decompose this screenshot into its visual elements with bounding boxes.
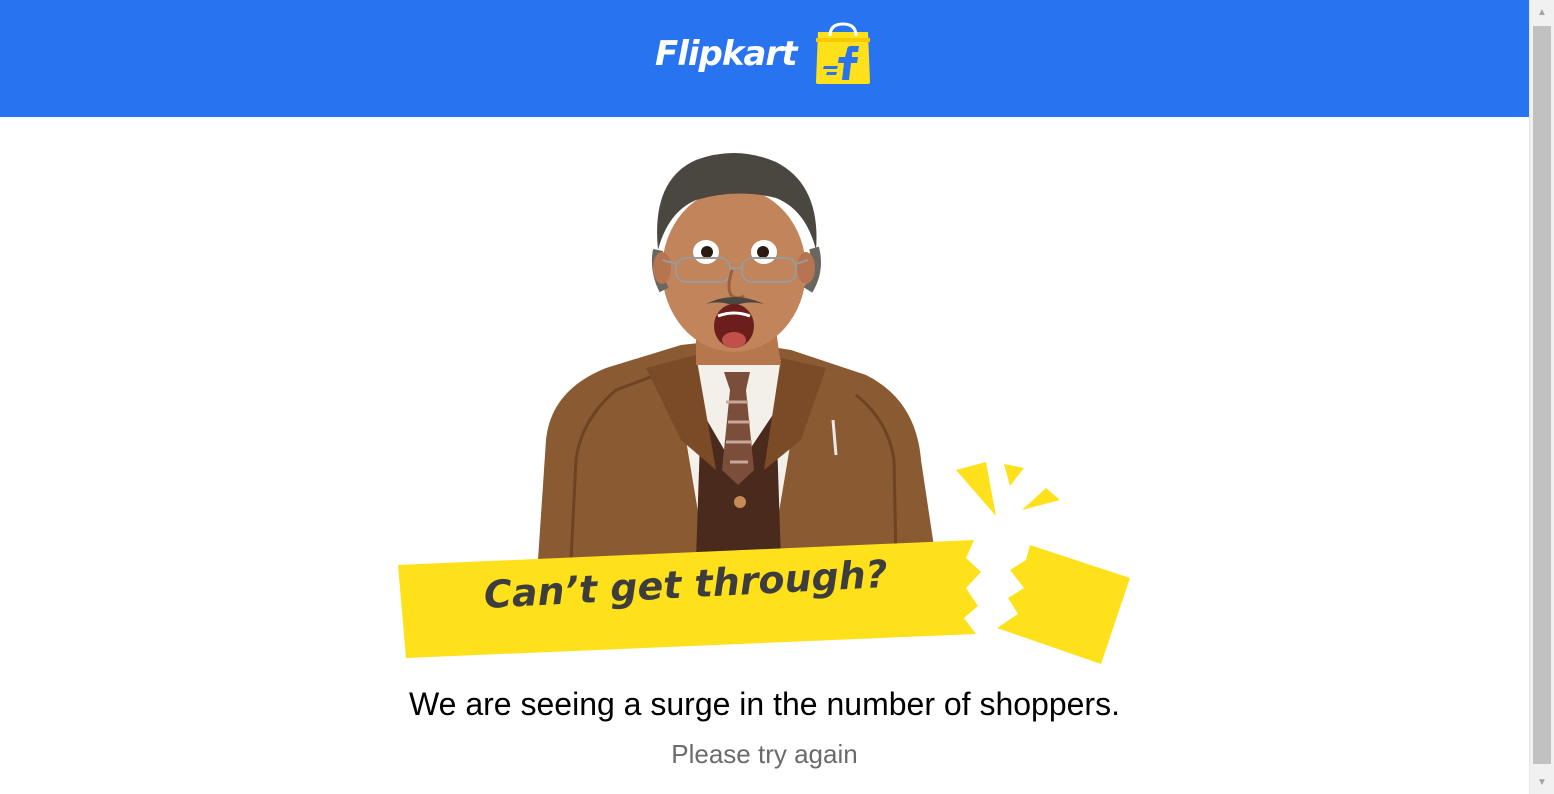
vertical-scrollbar[interactable]: ▲ ▼	[1529, 0, 1554, 794]
site-header: Flipkart	[0, 0, 1529, 117]
surge-message: We are seeing a surge in the number of s…	[409, 686, 1120, 722]
triangle-up-icon[interactable]: ▲	[1530, 0, 1554, 24]
error-page: Flipkart Can’t get through? We are seein…	[0, 0, 1529, 794]
flipkart-bag-icon	[816, 22, 870, 84]
flipkart-logo-link[interactable]: Flipkart	[652, 22, 882, 86]
scrollbar-thumb[interactable]	[1533, 26, 1551, 764]
surprised-mascot-illustration: Can’t get through?	[396, 140, 1136, 670]
try-again-message: Please try again	[671, 739, 858, 769]
brand-name: Flipkart	[655, 34, 797, 74]
triangle-down-icon[interactable]: ▼	[1530, 770, 1554, 794]
